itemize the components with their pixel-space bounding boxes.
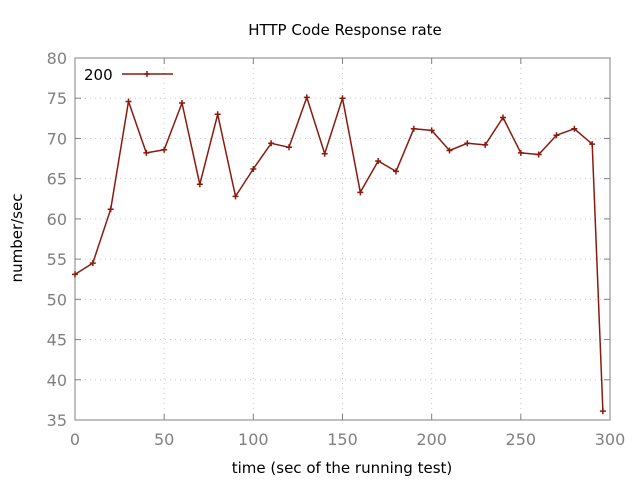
data-point: [464, 140, 471, 147]
series-layer: [72, 94, 606, 415]
y-tick-label: 75: [47, 89, 67, 108]
legend-marker: [144, 71, 150, 77]
data-point: [357, 189, 364, 196]
y-tick-label: 70: [47, 129, 67, 148]
x-tick-label: 50: [154, 430, 174, 449]
y-tick-label: 65: [47, 170, 67, 189]
axis-ticks: 35 40 45 50 55 60 65 70 75 80 0 50 100 150 200 250 300: [47, 49, 626, 449]
x-tick-label: 100: [238, 430, 269, 449]
data-point: [599, 408, 606, 415]
x-tick-label: 0: [70, 430, 80, 449]
data-point: [161, 146, 168, 153]
y-tick-label: 40: [47, 371, 67, 390]
x-tick-label: 250: [506, 430, 537, 449]
data-point: [303, 94, 310, 101]
data-point: [125, 98, 132, 105]
data-point: [321, 150, 328, 157]
series-line: [74, 96, 604, 412]
data-point: [286, 144, 292, 151]
data-point: [517, 149, 524, 156]
x-tick-label: 200: [416, 430, 447, 449]
y-tick-label: 60: [47, 210, 67, 229]
line-chart: 35 40 45 50 55 60 65 70 75 80 0 50 100 150 200 250 300 H…: [8, 21, 626, 477]
chart-title: HTTP Code Response rate: [248, 21, 442, 39]
data-point: [339, 95, 346, 102]
x-tick-label: 150: [327, 430, 358, 449]
y-tick-label: 55: [47, 250, 67, 269]
legend: 200: [84, 66, 173, 84]
data-point: [196, 181, 203, 188]
y-axis-title: number/sec: [8, 194, 26, 283]
data-point: [179, 100, 185, 107]
y-tick-label: 45: [47, 331, 67, 350]
data-point: [410, 125, 417, 132]
legend-label: 200: [84, 66, 113, 84]
y-tick-label: 80: [47, 49, 67, 68]
grid: [75, 58, 610, 420]
y-tick-label: 35: [47, 411, 67, 430]
y-tick-label: 50: [47, 290, 67, 309]
data-point: [143, 149, 150, 156]
data-point: [107, 206, 114, 213]
x-tick-label: 300: [595, 430, 626, 449]
data-point: [214, 111, 221, 118]
x-axis-title: time (sec of the running test): [232, 459, 453, 477]
